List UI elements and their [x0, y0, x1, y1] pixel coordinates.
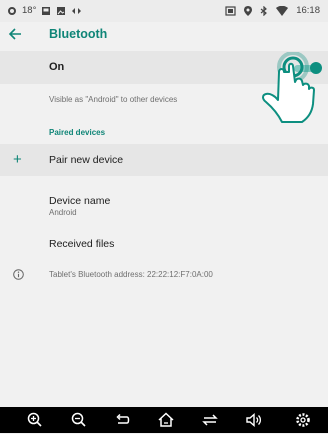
temperature: 18°: [22, 5, 37, 16]
toggle-label: On: [49, 61, 65, 73]
device-name-value: Android: [49, 208, 77, 217]
back-icon[interactable]: [114, 411, 132, 429]
pair-label: Pair new device: [49, 154, 124, 166]
section-paired-devices: Paired devices: [49, 128, 106, 137]
volume-icon[interactable]: [245, 411, 263, 429]
image-icon: [41, 6, 51, 16]
location-icon: [244, 5, 253, 16]
status-bar: 18° 16:18: [0, 0, 328, 22]
home-icon[interactable]: [157, 411, 175, 429]
screenshot-icon: [225, 5, 236, 16]
tap-hand-icon: [248, 51, 326, 128]
zoom-out-icon[interactable]: [70, 411, 88, 429]
page-title: Bluetooth: [49, 27, 108, 41]
status-right: 16:18: [225, 5, 320, 16]
clock: 16:18: [296, 5, 320, 16]
status-left: 18°: [7, 5, 82, 16]
settings-icon[interactable]: [294, 411, 312, 429]
gallery-icon: [56, 6, 66, 16]
back-arrow-icon[interactable]: [6, 24, 26, 44]
weather-icon: [7, 6, 17, 16]
bluetooth-icon: [260, 5, 268, 16]
cast-icon: [71, 6, 82, 16]
bluetooth-address: Tablet's Bluetooth address: 22:22:12:F7:…: [49, 270, 213, 279]
info-icon: [13, 267, 24, 280]
navigation-bar: [0, 407, 328, 433]
wifi-icon: [276, 5, 289, 16]
zoom-in-icon[interactable]: [26, 411, 44, 429]
app-bar: Bluetooth: [0, 22, 328, 47]
device-name-title[interactable]: Device name: [49, 195, 110, 207]
visibility-text: Visible as "Android" to other devices: [49, 95, 178, 104]
plus-icon: +: [13, 151, 22, 168]
pair-new-device-row[interactable]: + Pair new device: [0, 144, 328, 176]
recent-apps-icon[interactable]: [201, 411, 219, 429]
received-files-item[interactable]: Received files: [49, 238, 114, 250]
